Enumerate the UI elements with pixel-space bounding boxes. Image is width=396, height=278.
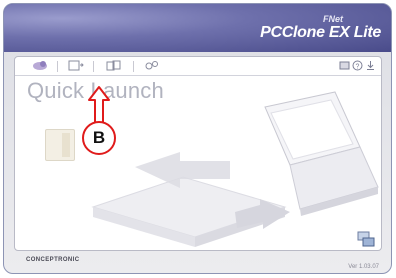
annotation-marker: B — [82, 121, 116, 155]
fnet-logo: FNet — [323, 14, 343, 24]
card-stripe — [62, 133, 70, 157]
help-icon[interactable]: ? — [352, 60, 363, 71]
main-panel: ? Quick Launch — [14, 56, 382, 251]
toolbar-divider — [57, 61, 58, 72]
app-window: FNet PCClone EX Lite ? Quick Launch CONC… — [3, 3, 392, 274]
quick-launch-icon — [33, 61, 47, 70]
info-icon[interactable] — [339, 60, 350, 71]
version-label: Ver 1.03.07 — [348, 264, 379, 270]
tab-quick-launch[interactable] — [27, 60, 53, 73]
clone-illustration — [91, 91, 379, 247]
app-title: PCClone EX Lite — [260, 24, 381, 41]
app-header: FNet PCClone EX Lite — [4, 4, 391, 52]
tab-restore[interactable] — [101, 60, 127, 73]
toolbar-divider — [93, 61, 94, 72]
toolbar-divider — [133, 61, 134, 72]
backup-icon — [68, 60, 84, 71]
tab-settings[interactable] — [139, 60, 165, 73]
quick-launch-card[interactable] — [45, 129, 75, 161]
toolbar: ? — [15, 57, 381, 76]
conceptronic-logo: CONCEPTRONIC — [26, 257, 80, 263]
restore-icon — [106, 60, 121, 71]
tab-backup[interactable] — [63, 60, 89, 73]
monitor-icon[interactable] — [357, 231, 375, 247]
settings-icon — [145, 61, 158, 70]
svg-text:?: ? — [356, 64, 360, 71]
download-icon[interactable] — [365, 60, 376, 71]
